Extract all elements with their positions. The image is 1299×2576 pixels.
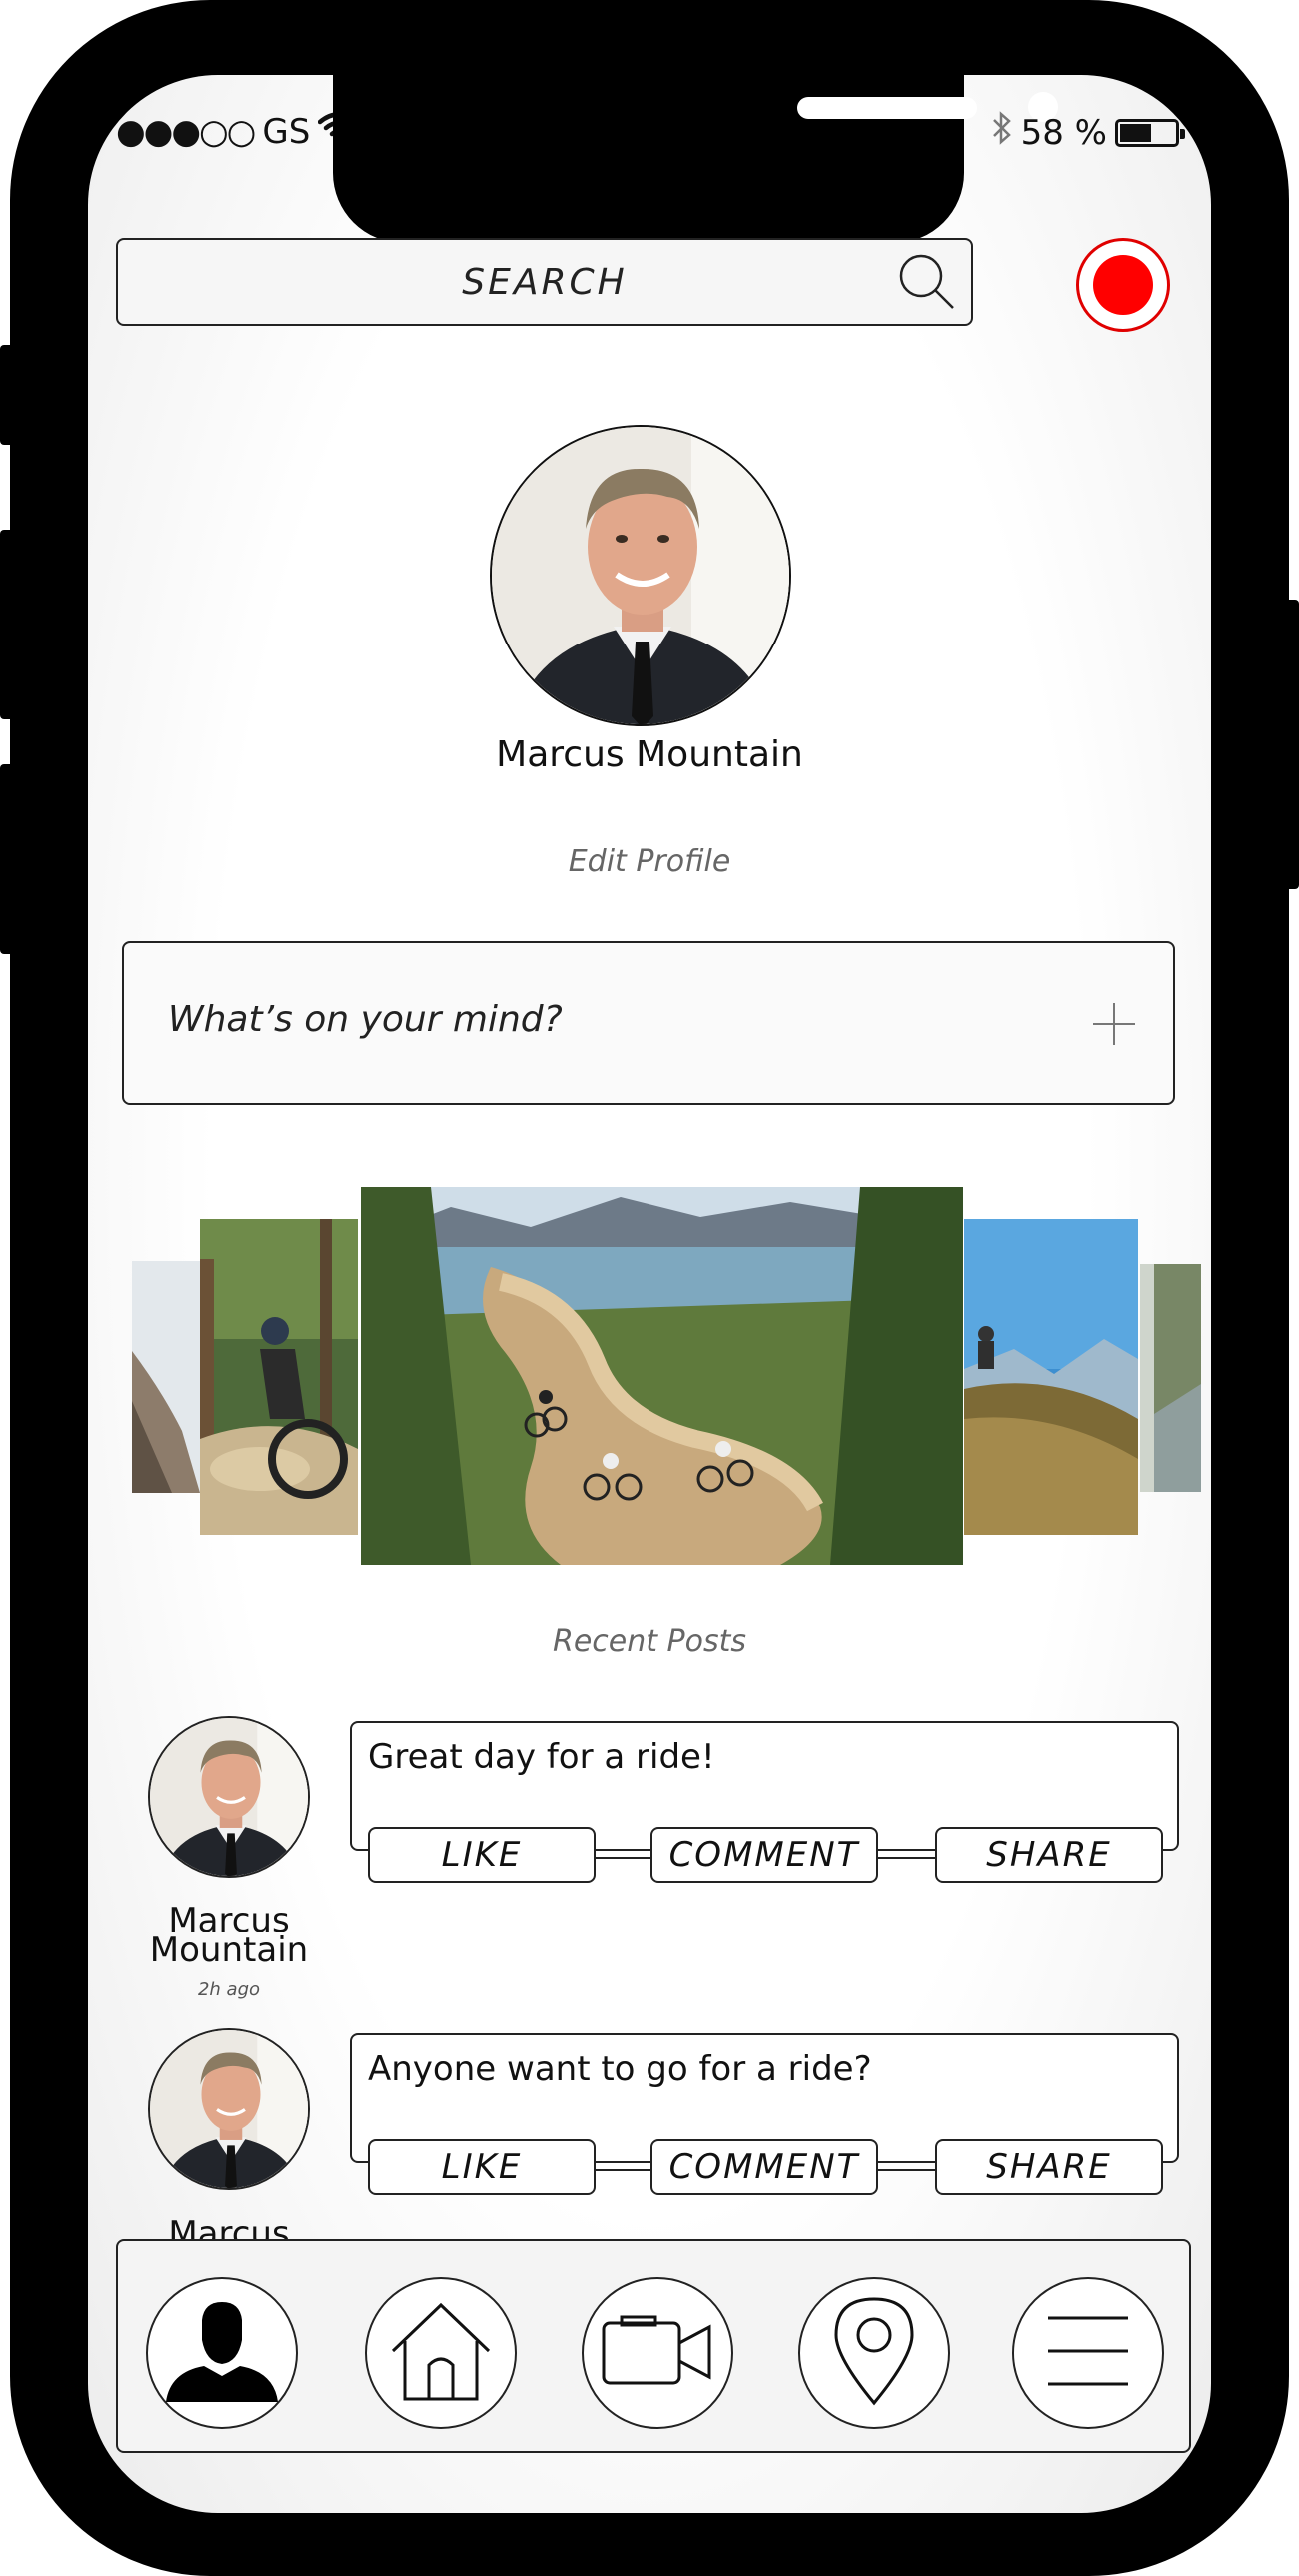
carousel-image-far-right[interactable] [1140,1264,1201,1492]
battery-fill [1120,123,1152,142]
video-camera-icon [602,2315,713,2391]
notch [333,75,1058,243]
share-button[interactable]: SHARE [935,2139,1163,2195]
share-button[interactable]: SHARE [935,1827,1163,1883]
carousel-image-far-left[interactable] [132,1261,200,1493]
comment-button[interactable]: COMMENT [650,2139,878,2195]
menu-icon [1046,2314,1130,2392]
like-button[interactable]: LIKE [368,2139,596,2195]
profile-avatar[interactable] [490,425,791,726]
like-button[interactable]: LIKE [368,1827,596,1883]
profile-name: Marcus Mountain [496,734,803,775]
status-left: ●●●○○ GS [116,111,359,152]
comment-button[interactable]: COMMENT [650,1827,878,1883]
nav-location-button[interactable] [798,2277,950,2429]
edit-profile-link[interactable]: Edit Profile [88,844,1211,879]
status-right: 58 % [991,111,1185,154]
battery-percent: 58 % [1020,112,1107,153]
screen: ●●●○○ GS 58 % SEARCH Marcus Mountain Edi… [88,75,1211,2513]
record-dot [1093,255,1153,315]
post-text: Great day for a ride! [368,1737,715,1777]
signal-strength: ●●●○○ [116,111,256,152]
post-avatar[interactable] [148,1716,310,1878]
post-author: Marcus Mountain [119,1904,339,1970]
plus-icon[interactable] [1091,1001,1137,1051]
composer-placeholder: What’s on your mind? [168,999,563,1040]
post-avatar[interactable] [148,2028,310,2190]
search-placeholder: SEARCH [462,261,628,303]
record-button[interactable] [1076,238,1170,332]
search-icon[interactable] [895,250,959,318]
post-author-last: Mountain [149,1931,309,1970]
post-card: Great day for a ride! LIKE COMMENT SHARE [350,1721,1179,1883]
carousel-image-center[interactable] [361,1187,963,1565]
nav-home-button[interactable] [365,2277,517,2429]
recent-posts-label: Recent Posts [552,1624,747,1659]
carrier-name: GS [262,111,311,152]
bottom-nav [116,2239,1191,2453]
search-bar[interactable]: SEARCH [116,238,973,326]
bluetooth-icon [991,111,1013,154]
post-time: 2h ago [197,1979,261,2000]
phone-frame: ●●●○○ GS 58 % SEARCH Marcus Mountain Edi… [0,0,1299,2576]
nav-video-button[interactable] [582,2277,733,2429]
nav-profile-button[interactable] [146,2277,298,2429]
carousel-image-right[interactable] [964,1219,1138,1535]
post-text: Anyone want to go for a ride? [368,2049,872,2089]
home-icon [389,2299,493,2407]
profile-icon [164,2298,280,2408]
carousel-image-left[interactable] [200,1219,358,1535]
battery-icon [1115,118,1185,147]
post-composer[interactable]: What’s on your mind? [122,941,1175,1105]
speaker [797,97,977,119]
nav-menu-button[interactable] [1012,2277,1164,2429]
post-card: Anyone want to go for a ride? LIKE COMME… [350,2033,1179,2195]
location-pin-icon [832,2295,916,2411]
